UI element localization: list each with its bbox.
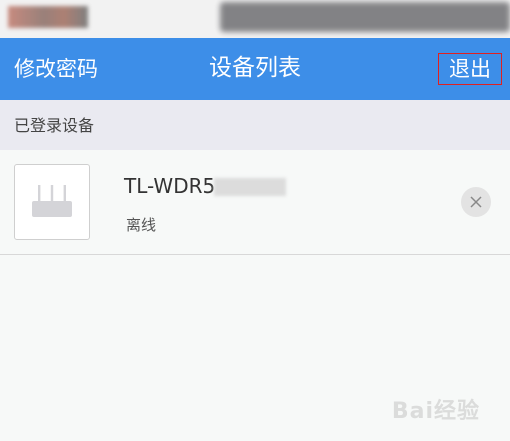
section-header-label: 已登录设备 — [14, 116, 95, 135]
watermark: Bai经验 — [391, 399, 480, 424]
logout-button[interactable]: 退出 — [438, 53, 502, 85]
device-status: 离线 — [126, 216, 157, 234]
router-icon — [32, 185, 72, 217]
device-row[interactable]: TL-WDR5 离线 — [0, 150, 510, 255]
device-thumbnail — [14, 164, 90, 240]
device-name: TL-WDR5 — [124, 174, 216, 198]
status-bar — [0, 0, 510, 38]
status-bar-blurred-left — [8, 6, 88, 28]
section-header: 已登录设备 — [0, 100, 510, 150]
page-title: 设备列表 — [209, 55, 301, 81]
nav-bar: 修改密码 设备列表 退出 — [0, 38, 510, 100]
status-bar-blurred-right — [220, 2, 510, 32]
device-name-blurred — [214, 178, 286, 196]
remove-device-button[interactable] — [461, 187, 491, 217]
close-icon — [470, 196, 482, 208]
